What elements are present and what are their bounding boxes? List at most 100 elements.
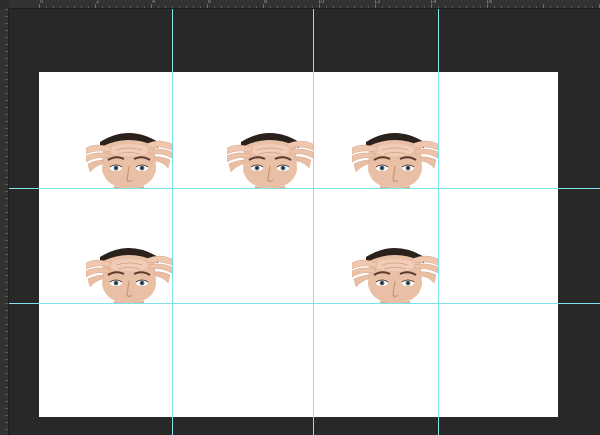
ruler-tick <box>5 408 8 409</box>
ruler-label: 0 <box>40 0 44 5</box>
face-photo-image <box>352 130 438 188</box>
ruler-tick <box>403 6 404 8</box>
ruler-origin[interactable] <box>0 0 9 9</box>
ruler-tick <box>116 6 117 8</box>
vertical-guide[interactable] <box>313 9 314 435</box>
ruler-tick <box>60 6 61 8</box>
ruler-tick <box>473 6 474 8</box>
vertical-ruler[interactable] <box>0 9 9 435</box>
ruler-label: 4 <box>152 0 156 5</box>
ruler-tick <box>5 366 8 367</box>
vertical-guide[interactable] <box>172 9 173 435</box>
ruler-tick <box>592 6 593 8</box>
ruler-tick <box>536 6 537 8</box>
ruler-tick <box>172 6 173 8</box>
ruler-tick <box>5 30 8 31</box>
ruler-tick <box>5 226 8 227</box>
ruler-tick <box>5 184 8 185</box>
ruler-tick <box>39 4 40 8</box>
ruler-tick <box>5 310 8 311</box>
face-photo[interactable] <box>227 130 313 188</box>
ruler-tick <box>571 6 572 8</box>
ruler-tick <box>5 205 8 206</box>
ruler-tick <box>5 429 8 430</box>
ruler-tick <box>109 6 110 8</box>
ruler-tick <box>305 6 306 8</box>
face-photo[interactable] <box>352 130 438 188</box>
horizontal-ruler[interactable]: 0 2 4 6 8 10 12 14 16 <box>0 0 600 9</box>
ruler-label: 2 <box>96 0 100 5</box>
ruler-tick <box>585 6 586 8</box>
ruler-tick <box>74 6 75 8</box>
ruler-tick <box>53 6 54 8</box>
ruler-tick <box>326 6 327 8</box>
ruler-tick <box>291 6 292 8</box>
ruler-tick <box>5 247 8 248</box>
ruler-tick <box>5 170 8 171</box>
face-photo-image <box>86 245 172 303</box>
ruler-tick <box>452 6 453 8</box>
ruler-tick <box>396 6 397 8</box>
ruler-tick <box>5 86 8 87</box>
ruler-tick <box>130 6 131 8</box>
ruler-tick <box>158 6 159 8</box>
ruler-tick <box>5 72 8 73</box>
ruler-tick <box>557 6 558 8</box>
ruler-tick <box>5 177 8 178</box>
ruler-tick <box>466 6 467 8</box>
face-photo[interactable] <box>86 130 172 188</box>
ruler-tick <box>5 51 8 52</box>
ruler-tick <box>5 44 8 45</box>
ruler-tick <box>340 6 341 8</box>
face-photo[interactable] <box>86 245 172 303</box>
ruler-tick <box>550 6 551 8</box>
ruler-tick <box>5 114 8 115</box>
face-photo[interactable] <box>352 245 438 303</box>
ruler-tick <box>186 6 187 8</box>
ruler-tick <box>494 6 495 8</box>
ruler-tick <box>5 268 8 269</box>
ruler-tick <box>151 4 152 8</box>
ruler-tick <box>95 4 96 8</box>
ruler-tick <box>459 6 460 8</box>
ruler-tick <box>5 240 8 241</box>
ruler-tick <box>5 9 8 10</box>
ruler-tick <box>228 6 229 8</box>
ruler-tick <box>67 6 68 8</box>
ruler-tick <box>5 93 8 94</box>
ruler-tick <box>5 100 8 101</box>
ruler-tick <box>277 6 278 8</box>
ruler-tick <box>46 6 47 8</box>
face-photo-image <box>86 130 172 188</box>
ruler-tick <box>333 6 334 8</box>
ruler-tick <box>445 6 446 8</box>
ruler-tick <box>5 331 8 332</box>
ruler-tick <box>284 6 285 8</box>
vertical-guide[interactable] <box>438 9 439 435</box>
ruler-tick <box>389 6 390 8</box>
ruler-tick <box>312 6 313 8</box>
horizontal-guide[interactable] <box>9 188 600 189</box>
ruler-tick <box>5 121 8 122</box>
ruler-tick <box>256 6 257 8</box>
horizontal-guide[interactable] <box>9 303 600 304</box>
ruler-tick <box>319 4 320 8</box>
ruler-tick <box>249 6 250 8</box>
ruler-tick <box>298 6 299 8</box>
ruler-tick <box>5 338 8 339</box>
ruler-tick <box>354 6 355 8</box>
ruler-tick <box>5 163 8 164</box>
ruler-tick <box>529 6 530 8</box>
ruler-label: 8 <box>264 0 268 5</box>
ruler-tick <box>102 6 103 8</box>
ruler-tick <box>480 6 481 8</box>
ruler-tick <box>137 6 138 8</box>
ruler-tick <box>5 142 8 143</box>
ruler-tick <box>5 289 8 290</box>
ruler-tick <box>382 6 383 8</box>
ruler-tick <box>5 135 8 136</box>
ruler-tick <box>88 6 89 8</box>
ruler-label: 6 <box>208 0 212 5</box>
ruler-tick <box>144 6 145 8</box>
ruler-tick <box>193 6 194 8</box>
